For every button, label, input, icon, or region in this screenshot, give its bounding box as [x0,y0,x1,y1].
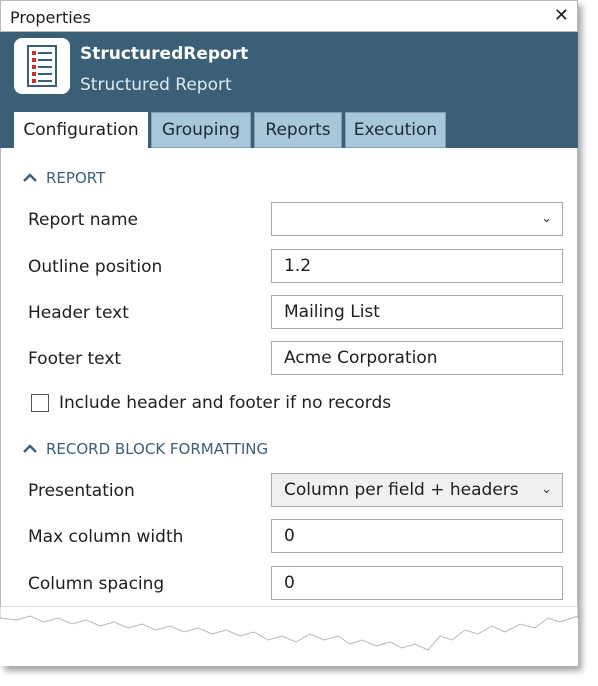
include-header-footer-label: Include header and footer if no records [59,393,392,413]
title-bar: Properties ✕ [0,0,578,32]
object-header: StructuredReport Structured Report Confi… [0,32,578,148]
include-header-footer-checkbox[interactable] [31,394,49,412]
section-record-block-title: RECORD BLOCK FORMATTING [46,440,269,458]
torn-edge [0,606,578,651]
tab-execution[interactable]: Execution [345,112,446,148]
chevron-down-icon: ⌄ [541,482,552,497]
report-list-icon [14,38,70,94]
object-type: Structured Report [80,75,232,95]
outline-position-label: Outline position [28,257,163,277]
object-name: StructuredReport [80,44,249,64]
tab-reports[interactable]: Reports [254,112,342,148]
section-record-block-header[interactable]: RECORD BLOCK FORMATTING [23,440,268,458]
presentation-label: Presentation [28,481,135,501]
section-report-header[interactable]: REPORT [23,169,105,187]
column-spacing-input[interactable]: 0 [271,566,563,600]
report-name-label: Report name [28,210,138,230]
presentation-value: Column per field + headers [284,480,519,500]
properties-panel: Properties ✕ StructuredReport Structured… [0,0,578,666]
max-column-width-input[interactable]: 0 [271,519,563,553]
tab-grouping[interactable]: Grouping [151,112,251,148]
footer-text-input[interactable]: Acme Corporation [271,341,563,375]
configuration-content: REPORT Report name ⌄ Outline position 1.… [0,148,578,618]
tab-configuration[interactable]: Configuration [14,112,148,148]
window-title: Properties [10,8,91,27]
header-text-input[interactable]: Mailing List [271,295,563,329]
presentation-dropdown[interactable]: Column per field + headers ⌄ [271,473,563,507]
collapse-chevron-icon [23,444,37,453]
section-report-title: REPORT [46,169,106,187]
collapse-chevron-icon [23,173,37,182]
max-column-width-label: Max column width [28,527,184,547]
column-spacing-label: Column spacing [28,574,165,594]
header-text-label: Header text [28,303,129,323]
outline-position-input[interactable]: 1.2 [271,249,563,283]
chevron-down-icon: ⌄ [541,211,552,226]
report-name-dropdown[interactable]: ⌄ [271,202,563,236]
footer-text-label: Footer text [28,349,122,369]
close-icon[interactable]: ✕ [554,5,569,26]
